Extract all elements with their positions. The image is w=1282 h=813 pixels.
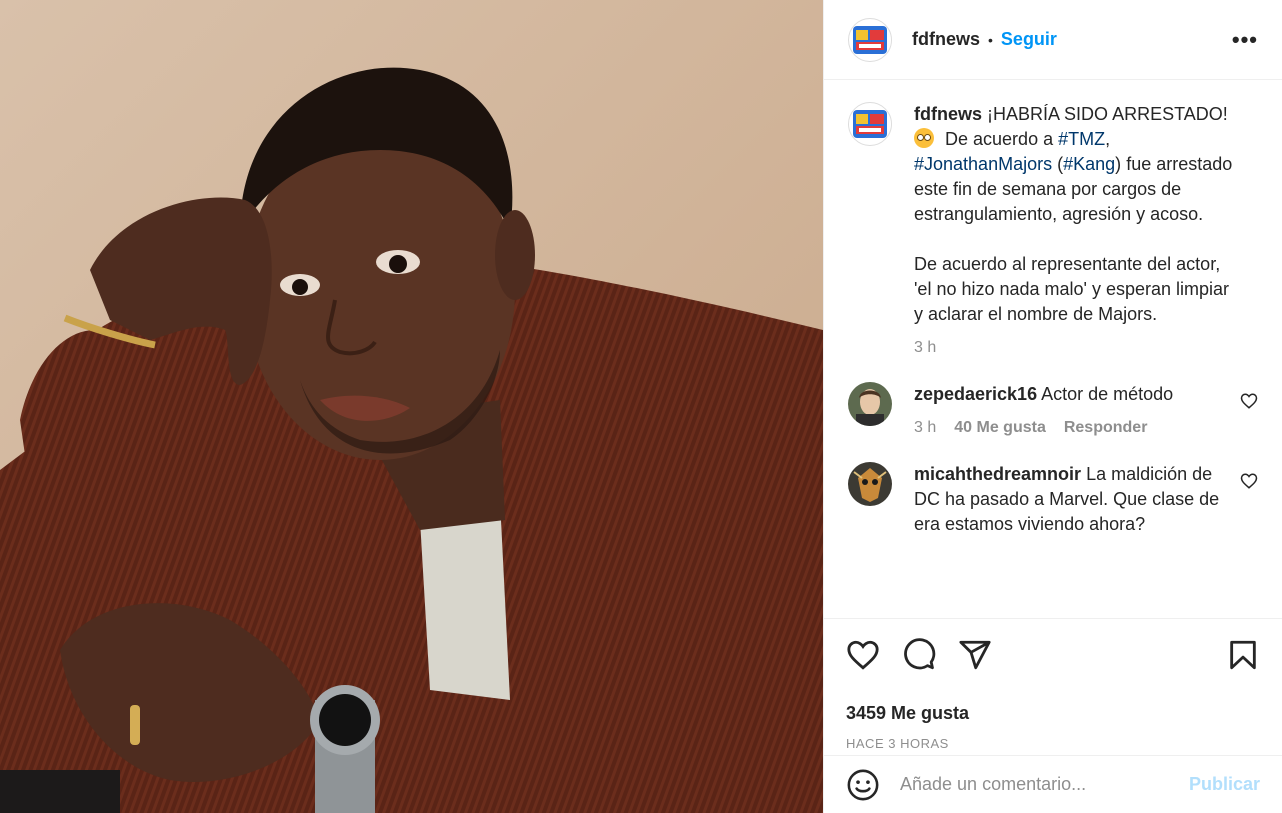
comment-input[interactable] — [900, 774, 1179, 795]
commenter-avatar[interactable] — [848, 382, 892, 426]
comment-row: micahthedreamnoir La maldición de DC ha … — [848, 462, 1258, 537]
comment-like-heart-icon[interactable] — [1240, 472, 1258, 490]
reply-button[interactable]: Responder — [1064, 415, 1148, 440]
comment-like-count[interactable]: 40 Me gusta — [954, 415, 1046, 440]
comment-body: micahthedreamnoir La maldición de DC ha … — [914, 462, 1258, 537]
post-timestamp[interactable]: HACE 3 HORAS — [846, 736, 1260, 751]
publish-button[interactable]: Publicar — [1189, 774, 1260, 795]
caption-text-pre: De acuerdo a — [945, 129, 1054, 149]
post-side-panel: fdfnews • Seguir ••• fdfnews ¡HABRÍA SID… — [823, 0, 1282, 813]
hashtag-kang[interactable]: #Kang — [1063, 154, 1115, 174]
instagram-post-view: fdfnews • Seguir ••• fdfnews ¡HABRÍA SID… — [0, 0, 1282, 813]
caption-paragraph-2: De acuerdo al representante del actor, '… — [914, 254, 1230, 324]
comment-body: zepedaerick16 Actor de método 3 h 40 Me … — [914, 382, 1258, 440]
caption-close-paren: ) — [1115, 154, 1122, 174]
author-username[interactable]: fdfnews — [912, 29, 980, 50]
follow-button[interactable]: Seguir — [1001, 29, 1057, 50]
bookmark-icon — [1230, 640, 1256, 670]
fdfnews-logo-icon — [853, 25, 887, 54]
caption-author-avatar[interactable] — [848, 102, 892, 146]
commenter-avatar[interactable] — [848, 462, 892, 506]
like-button[interactable] — [846, 638, 880, 672]
likes-count[interactable]: 3459 Me gusta — [846, 703, 1260, 724]
comment-bubble-icon — [904, 638, 936, 670]
post-header: fdfnews • Seguir ••• — [824, 0, 1282, 80]
comment-username[interactable]: micahthedreamnoir — [914, 464, 1081, 484]
comments-section: fdfnews ¡HABRÍA SIDO ARRESTADO! De acuer… — [824, 80, 1282, 618]
caption-body: fdfnews ¡HABRÍA SIDO ARRESTADO! De acuer… — [914, 102, 1258, 360]
comment-like-heart-icon[interactable] — [1240, 392, 1258, 410]
header-separator: • — [988, 31, 993, 48]
smiley-icon[interactable] — [846, 768, 880, 802]
post-photo[interactable] — [0, 0, 823, 813]
comment-button[interactable] — [902, 638, 936, 672]
post-image — [0, 0, 823, 813]
avatar-illustration — [848, 462, 892, 506]
author-avatar[interactable] — [848, 17, 892, 62]
flushed-face-emoji-icon — [914, 128, 934, 148]
save-button[interactable] — [1226, 638, 1260, 672]
comment-meta: 3 h 40 Me gusta Responder — [914, 415, 1236, 440]
comment-time[interactable]: 3 h — [914, 415, 936, 440]
paper-plane-icon — [959, 640, 991, 670]
caption-comma: , — [1105, 129, 1111, 149]
hashtag-jonathanmajors[interactable]: #JonathanMajors — [914, 154, 1052, 174]
heart-icon — [847, 640, 879, 670]
add-comment-bar: Publicar — [824, 755, 1282, 813]
caption-time[interactable]: 3 h — [914, 335, 936, 360]
action-icons — [846, 637, 1260, 673]
caption-row: fdfnews ¡HABRÍA SIDO ARRESTADO! De acuer… — [848, 102, 1258, 360]
caption-headline: ¡HABRÍA SIDO ARRESTADO! — [987, 104, 1228, 124]
avatar-photo — [848, 382, 892, 426]
caption-meta: 3 h — [914, 335, 1236, 360]
fdfnews-logo-icon — [853, 110, 887, 138]
more-options-icon[interactable]: ••• — [1232, 28, 1258, 51]
hashtag-tmz[interactable]: #TMZ — [1058, 129, 1105, 149]
caption-username[interactable]: fdfnews — [914, 104, 982, 124]
comment-row: zepedaerick16 Actor de método 3 h 40 Me … — [848, 382, 1258, 440]
comment-username[interactable]: zepedaerick16 — [914, 384, 1037, 404]
comment-text: Actor de método — [1041, 384, 1174, 404]
share-button[interactable] — [958, 638, 992, 672]
